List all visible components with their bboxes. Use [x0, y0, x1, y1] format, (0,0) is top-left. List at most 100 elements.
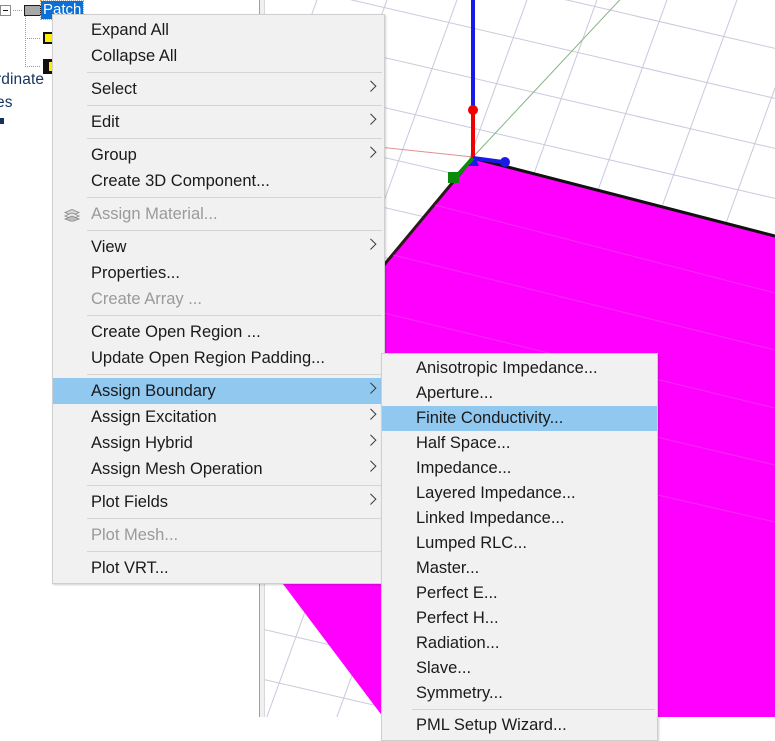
menu-separator — [87, 197, 382, 198]
tree-node-label: rdinate — [0, 71, 45, 88]
menu-item-aperture[interactable]: Aperture... — [382, 381, 657, 406]
menu-item-linked-impedance[interactable]: Linked Impedance... — [382, 506, 657, 531]
menu-item-create-3d-component[interactable]: Create 3D Component... — [53, 168, 384, 194]
chevron-right-icon — [365, 434, 377, 446]
menu-item-label: Plot VRT... — [91, 558, 169, 577]
menu-item-finite-conductivity[interactable]: Finite Conductivity... — [382, 406, 657, 431]
tree-connector — [25, 65, 41, 67]
material-stack-icon — [63, 208, 81, 222]
menu-item-assign-excitation[interactable]: Assign Excitation — [53, 404, 384, 430]
menu-item-label: Select — [91, 79, 137, 98]
menu-item-radiation[interactable]: Radiation... — [382, 631, 657, 656]
menu-separator — [87, 230, 382, 231]
chevron-right-icon — [365, 113, 377, 125]
context-menu[interactable]: Expand All Collapse All Select Edit Group Cre… — [52, 14, 385, 584]
menu-item-label: Finite Conductivity... — [416, 409, 564, 427]
menu-item-create-open-region[interactable]: Create Open Region ... — [53, 319, 384, 345]
menu-item-label: View — [91, 237, 127, 256]
menu-separator — [412, 709, 655, 710]
menu-item-perfect-h[interactable]: Perfect H... — [382, 606, 657, 631]
menu-item-label: Edit — [91, 112, 120, 131]
menu-item-label: Assign Material... — [91, 204, 218, 223]
menu-item-label: Layered Impedance... — [416, 484, 576, 502]
menu-item-label: Plot Fields — [91, 492, 169, 511]
menu-item-label: Half Space... — [416, 434, 511, 452]
menu-item-label: Impedance... — [416, 459, 512, 477]
menu-item-label: Lumped RLC... — [416, 534, 527, 552]
menu-item-group[interactable]: Group — [53, 142, 384, 168]
menu-item-label: Slave... — [416, 659, 472, 677]
menu-item-edit[interactable]: Edit — [53, 109, 384, 135]
menu-item-slave[interactable]: Slave... — [382, 656, 657, 681]
chevron-right-icon — [365, 408, 377, 420]
menu-item-create-array: Create Array ... — [53, 286, 384, 312]
chevron-right-icon — [365, 80, 377, 92]
menu-item-label: Assign Hybrid — [91, 433, 193, 452]
tree-connector — [13, 9, 22, 11]
menu-item-update-open-region-padding[interactable]: Update Open Region Padding... — [53, 345, 384, 371]
tree-connector — [25, 37, 41, 39]
menu-item-label: Linked Impedance... — [416, 509, 565, 527]
menu-separator — [87, 551, 382, 552]
menu-item-label: Collapse All — [91, 46, 178, 65]
menu-item-label: Properties... — [91, 263, 180, 282]
chevron-right-icon — [365, 382, 377, 394]
y-axis-negative-ray — [472, 0, 621, 158]
x-axis-arrow-icon — [468, 105, 478, 115]
menu-item-anisotropic-impedance[interactable]: Anisotropic Impedance... — [382, 356, 657, 381]
tree-expander-icon[interactable] — [0, 4, 11, 16]
menu-item-plot-mesh: Plot Mesh... — [53, 522, 384, 548]
menu-item-expand-all[interactable]: Expand All — [53, 17, 384, 43]
menu-item-master[interactable]: Master... — [382, 556, 657, 581]
menu-separator — [87, 315, 382, 316]
menu-separator — [87, 72, 382, 73]
chevron-right-icon — [365, 238, 377, 250]
menu-item-label: Perfect H... — [416, 609, 499, 627]
menu-item-label: Create 3D Component... — [91, 171, 270, 190]
z-axis-secondary-arrow-icon — [500, 157, 510, 167]
menu-separator — [87, 485, 382, 486]
menu-item-label: Aperture... — [416, 384, 494, 402]
gray-sheet-icon — [24, 4, 41, 16]
menu-item-label: Assign Boundary — [91, 381, 216, 400]
menu-item-layered-impedance[interactable]: Layered Impedance... — [382, 481, 657, 506]
menu-item-symmetry[interactable]: Symmetry... — [382, 681, 657, 706]
menu-item-label: Assign Excitation — [91, 407, 217, 426]
menu-item-label: Create Open Region ... — [91, 322, 261, 341]
menu-item-perfect-e[interactable]: Perfect E... — [382, 581, 657, 606]
menu-item-label: Symmetry... — [416, 684, 503, 702]
menu-item-label: Perfect E... — [416, 584, 498, 602]
menu-item-label: Master... — [416, 559, 480, 577]
menu-item-assign-hybrid[interactable]: Assign Hybrid — [53, 430, 384, 456]
menu-item-plot-vrt[interactable]: Plot VRT... — [53, 555, 384, 581]
menu-item-label: Radiation... — [416, 634, 500, 652]
assign-boundary-submenu[interactable]: Anisotropic Impedance... Aperture... Finit… — [381, 353, 658, 741]
menu-item-properties[interactable]: Properties... — [53, 260, 384, 286]
menu-item-half-space[interactable]: Half Space... — [382, 431, 657, 456]
menu-separator — [87, 518, 382, 519]
menu-separator — [87, 374, 382, 375]
menu-item-select[interactable]: Select — [53, 76, 384, 102]
menu-item-assign-mesh-operation[interactable]: Assign Mesh Operation — [53, 456, 384, 482]
menu-item-label: Assign Mesh Operation — [91, 459, 263, 478]
menu-item-label: PML Setup Wizard... — [416, 716, 567, 734]
menu-item-label: Create Array ... — [91, 289, 202, 308]
tree-row[interactable]: es — [0, 93, 13, 113]
chevron-right-icon — [365, 493, 377, 505]
menu-item-view[interactable]: View — [53, 234, 384, 260]
menu-item-label: Update Open Region Padding... — [91, 348, 325, 367]
menu-item-label: Expand All — [91, 20, 169, 39]
tree-node-label: es — [0, 94, 13, 111]
chevron-right-icon — [365, 146, 377, 158]
menu-separator — [87, 138, 382, 139]
tree-row[interactable]: rdinate — [0, 70, 44, 90]
menu-item-lumped-rlc[interactable]: Lumped RLC... — [382, 531, 657, 556]
menu-item-collapse-all[interactable]: Collapse All — [53, 43, 384, 69]
menu-item-assign-material: Assign Material... — [53, 201, 384, 227]
menu-item-assign-boundary[interactable]: Assign Boundary — [53, 378, 384, 404]
tree-node-marker — [0, 118, 4, 124]
menu-item-plot-fields[interactable]: Plot Fields — [53, 489, 384, 515]
menu-item-label: Anisotropic Impedance... — [416, 359, 598, 377]
menu-separator — [87, 105, 382, 106]
menu-item-impedance[interactable]: Impedance... — [382, 456, 657, 481]
